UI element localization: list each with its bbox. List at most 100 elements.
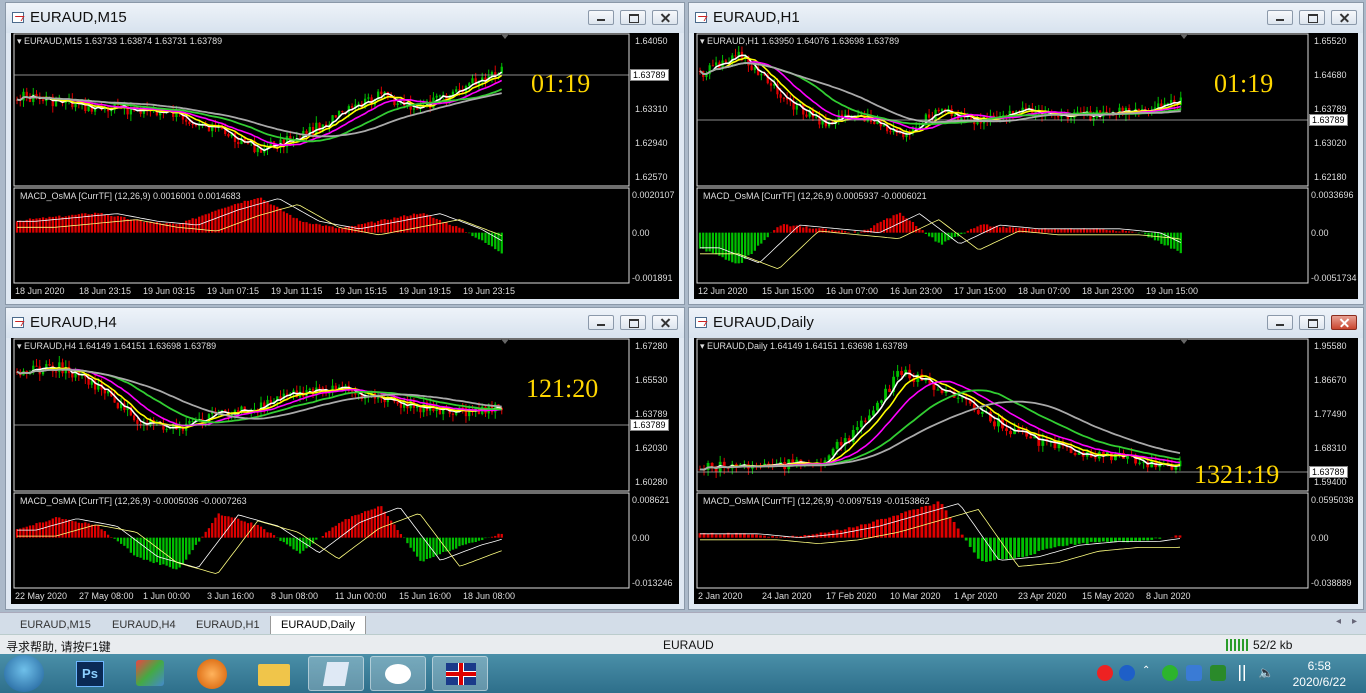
folder-icon[interactable]: [246, 656, 302, 691]
close-button[interactable]: [1331, 315, 1357, 330]
maximize-button[interactable]: [620, 10, 646, 25]
macd-histogram-bar: [1109, 537, 1113, 543]
maximize-button[interactable]: [620, 315, 646, 330]
system-clock[interactable]: 6:58 2020/6/22: [1293, 658, 1346, 690]
macd-histogram-bar: [461, 228, 464, 233]
macd-panel-frame: [13, 187, 630, 284]
chart-icon: [695, 317, 707, 328]
macd-histogram-bar: [97, 525, 100, 538]
macd-histogram-bar: [295, 218, 298, 233]
maximize-button[interactable]: [1299, 10, 1325, 25]
chart-window-h1[interactable]: EURAUD,H1 ▾ EURAUD,H1 1.63950 1.64076 1.…: [688, 2, 1364, 305]
macd-histogram-bar: [973, 228, 976, 233]
chart-area[interactable]: ▾ EURAUD,H4 1.64149 1.64151 1.63698 1.63…: [11, 338, 679, 604]
chart-area[interactable]: ▾ EURAUD,M15 1.63733 1.63874 1.63731 1.6…: [11, 33, 679, 299]
tab-euraud-daily[interactable]: EURAUD,Daily: [270, 616, 366, 635]
chart-window-m15[interactable]: EURAUD,M15 ▾ EURAUD,M15 1.63733 1.63874 …: [5, 2, 685, 305]
macd-histogram-bar: [386, 516, 390, 538]
macd-histogram-bar: [755, 534, 758, 538]
chart-area[interactable]: ▾ EURAUD,H1 1.63950 1.64076 1.63698 1.63…: [694, 33, 1358, 299]
macd-histogram-bar: [969, 228, 973, 233]
candle-body: [438, 95, 442, 97]
time-axis-label: 18 Jun 07:00: [1018, 286, 1071, 296]
macd-histogram-bar: [477, 232, 481, 240]
macd-histogram-bar: [292, 217, 295, 233]
macd-histogram-bar: [129, 219, 133, 233]
tab-scroll-right-icon[interactable]: ▸: [1352, 616, 1357, 627]
app-icon[interactable]: [184, 656, 240, 691]
macd-histogram-bar: [334, 525, 337, 538]
macd-histogram-bar: [285, 537, 289, 545]
macd-histogram-bar: [497, 533, 500, 538]
candle-body: [888, 388, 891, 393]
macd-histogram-bar: [383, 219, 386, 233]
antivirus-icon[interactable]: [1097, 665, 1113, 681]
macd-histogram-bar: [194, 537, 198, 545]
title-bar[interactable]: EURAUD,H4: [6, 308, 684, 338]
macd-histogram-bar: [1115, 231, 1118, 233]
window-title: EURAUD,H4: [30, 314, 117, 331]
candle-body: [876, 402, 879, 411]
macd-histogram-bar: [1021, 537, 1025, 558]
chart-info-label: ▾ EURAUD,H4 1.64149 1.64151 1.63698 1.63…: [17, 341, 217, 351]
tab-euraud-h1[interactable]: EURAUD,H1: [196, 616, 260, 634]
macd-histogram-bar: [953, 232, 957, 237]
macd-histogram-bar: [500, 533, 503, 538]
tab-euraud-m15[interactable]: EURAUD,M15: [20, 616, 91, 634]
close-button[interactable]: [1331, 10, 1357, 25]
macd-histogram-bar: [429, 215, 432, 233]
maps-icon[interactable]: [124, 656, 180, 691]
macd-histogram-bar: [766, 232, 769, 238]
tab-euraud-h4[interactable]: EURAUD,H4: [112, 616, 176, 634]
photoshop-icon[interactable]: Ps: [62, 656, 118, 691]
macd-histogram-bar: [87, 523, 90, 538]
volume-icon[interactable]: 🔈: [1258, 665, 1274, 681]
close-button[interactable]: [652, 10, 678, 25]
shield-icon[interactable]: [1186, 665, 1202, 681]
title-bar[interactable]: EURAUD,Daily: [689, 308, 1363, 338]
price-axis-label: 1.63310: [635, 104, 668, 114]
macd-histogram-bar: [305, 537, 308, 549]
candle-body: [750, 65, 753, 71]
security-icon[interactable]: [1210, 665, 1226, 681]
macd-histogram-bar: [714, 534, 718, 538]
minimize-button[interactable]: [588, 10, 614, 25]
tab-scroll-left-icon[interactable]: ◂: [1336, 616, 1341, 627]
macd-histogram-bar: [61, 217, 64, 233]
chart-window-daily[interactable]: EURAUD,Daily ▾ EURAUD,Daily 1.64149 1.64…: [688, 307, 1364, 610]
start-button[interactable]: [4, 655, 44, 692]
macd-histogram-bar: [702, 232, 705, 249]
candle-countdown: 01:19: [1214, 69, 1274, 98]
macd-histogram-bar: [393, 524, 396, 538]
macd-histogram-bar: [1142, 537, 1146, 541]
network-icon[interactable]: [1234, 665, 1250, 681]
macd-histogram-bar: [494, 535, 497, 538]
macd-histogram-bar: [847, 232, 850, 233]
flag-icon[interactable]: [432, 656, 488, 691]
price-axis-label: 1.62030: [635, 443, 668, 453]
close-button[interactable]: [652, 315, 678, 330]
tray-expand-icon[interactable]: ⌃: [1142, 665, 1152, 681]
notes-icon[interactable]: [308, 656, 364, 691]
minimize-button[interactable]: [588, 315, 614, 330]
macd-histogram-bar: [767, 536, 770, 538]
maximize-button[interactable]: [1299, 315, 1325, 330]
candle-body: [960, 397, 964, 399]
macd-histogram-bar: [1053, 537, 1057, 548]
chart-window-h4[interactable]: EURAUD,H4 ▾ EURAUD,H4 1.64149 1.64151 1.…: [5, 307, 685, 610]
time-axis-label: 11 Jun 00:00: [335, 591, 387, 601]
title-bar[interactable]: EURAUD,M15: [6, 3, 684, 33]
minimize-button[interactable]: [1267, 315, 1293, 330]
macd-histogram-bar: [1154, 537, 1158, 539]
help-icon[interactable]: [1119, 665, 1135, 681]
macd-histogram-bar: [243, 521, 246, 538]
macd-axis-label: 0.00: [1311, 227, 1329, 238]
chart-area[interactable]: ▾ EURAUD,Daily 1.64149 1.64151 1.63698 1…: [694, 338, 1358, 604]
macd-histogram-bar: [386, 219, 390, 233]
title-bar[interactable]: EURAUD,H1: [689, 3, 1363, 33]
candle-body: [412, 108, 416, 110]
wechat-icon[interactable]: [370, 656, 426, 691]
minimize-button[interactable]: [1267, 10, 1293, 25]
wechat-tray-icon[interactable]: [1162, 665, 1178, 681]
candle-body: [367, 97, 370, 99]
